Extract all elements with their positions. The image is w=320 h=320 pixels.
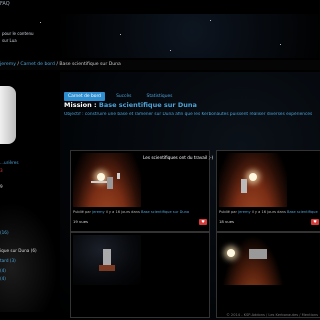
sun [97,173,105,181]
sidebar-album-item-active[interactable]: ique sur Duna (6) [0,248,37,253]
sidebar-album-item[interactable]: tard (3) [0,258,16,263]
faq-link[interactable]: FAQ [0,1,10,7]
mission-objective: Objectif : construire une base et ramene… [64,112,313,117]
avatar[interactable] [0,86,16,144]
mission-title: Mission : Base scientifique sur Duna [64,101,197,109]
star [40,22,41,23]
vessel [241,179,247,193]
card-meta: Publié par jeremy il y a 16 jours dans B… [73,210,189,214]
hero-banner: pour le contenu sur Lua [0,14,320,58]
author-link[interactable]: jeremy [92,210,104,214]
sidebar-stat: 3 [0,168,3,173]
star [280,44,281,45]
sun [249,173,257,181]
author-link[interactable]: jeremy [238,210,250,214]
breadcrumb-current: Base scientifique sur Duna [59,62,121,67]
sidebar-album-item[interactable]: (4) [0,276,6,281]
star [210,20,211,21]
screenshot-thumbnail[interactable] [219,153,287,207]
vessel [99,265,115,271]
breadcrumb-logbook[interactable]: Carnet de bord [20,62,54,67]
breadcrumb: jeremy / Carnet de bord / Base scientifi… [0,60,320,70]
vessel [117,173,120,179]
view-count: 19 vues [73,219,89,224]
view-count: 18 vues [219,219,235,224]
card-meta: Publié par jeremy il y a 16 jours dans B… [219,210,318,214]
posted-time: il y a 16 jours dans [251,210,286,214]
gallery-card [70,232,210,318]
posted-time: il y a 16 jours dans [105,210,140,214]
planet-background [0,202,58,312]
footer-copyright: © 2014 - KSP-Addons / Les Kerbonautes / … [226,313,318,317]
tab-succes[interactable]: Succès [112,92,135,101]
posted-by-label: Publié par [219,210,237,214]
sidebar-stat: 9 [0,184,3,189]
star [170,50,171,51]
hero-text-line2: sur Lua [2,38,17,43]
star [120,34,121,35]
screenshot-thumbnail[interactable] [73,235,141,285]
heart-icon[interactable]: ♥ [311,219,319,225]
vessel [107,177,113,189]
mission-label: Mission : [64,101,97,109]
sun [227,249,235,257]
sidebar-stat[interactable]: ...urières [0,160,19,165]
posted-by-label: Publié par [73,210,91,214]
sidebar-album-item[interactable]: (4) [0,268,6,273]
gallery-card: Les scientifiques ont du travail ;-) Pub… [70,150,214,232]
sidebar-album-item[interactable]: (16) [0,230,9,235]
top-bar: FAQ [0,0,320,15]
tab-carnet-de-bord[interactable]: Carnet de bord [64,92,105,101]
main-content: Carnet de bord Succès Statistiques Missi… [60,72,320,320]
breadcrumb-user[interactable]: jeremy [0,62,16,67]
gallery-card [216,232,320,318]
album-link[interactable]: Base scientifique sur Duna [141,210,189,214]
card-caption: Les scientifiques ont du travail ;-) [143,155,214,160]
heart-icon[interactable]: ♥ [199,219,207,225]
album-link[interactable]: Base scientifique [287,210,318,214]
screenshot-thumbnail[interactable] [73,153,141,207]
gallery-card: Publié par jeremy il y a 16 jours dans B… [216,150,320,232]
tab-statistiques[interactable]: Statistiques [143,92,177,101]
vessel [249,249,267,259]
hero-text-line1: pour le contenu [2,31,34,36]
mission-name-link[interactable]: Base scientifique sur Duna [99,101,197,109]
screenshot-thumbnail[interactable] [219,235,287,285]
vessel [103,249,111,265]
tab-bar: Carnet de bord Succès Statistiques [64,82,178,101]
sidebar: ...urières 3 9 (16) ique sur Duna (6) ta… [0,72,58,320]
